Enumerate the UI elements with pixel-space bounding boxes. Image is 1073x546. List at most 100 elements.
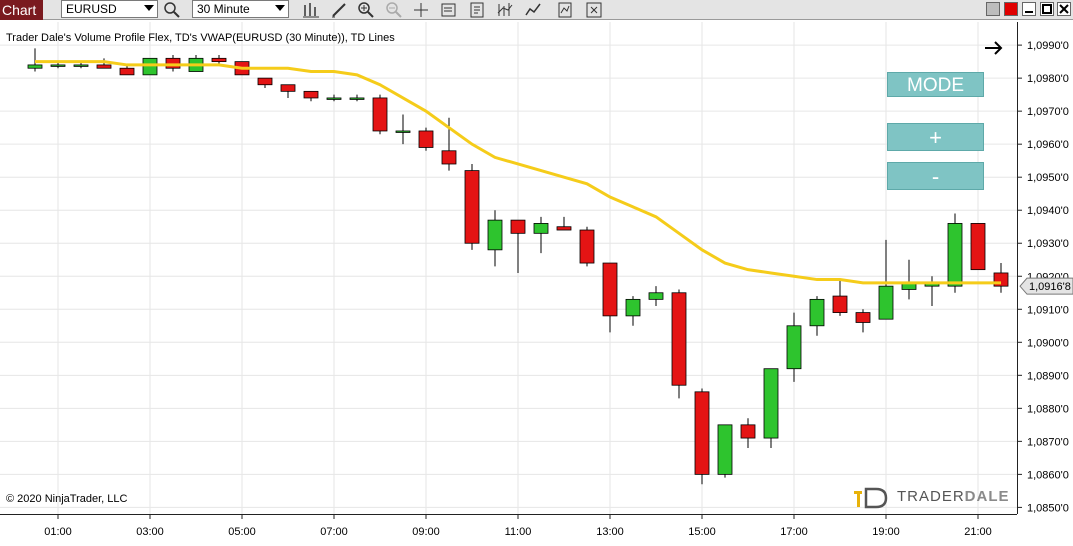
chart-toolbar: Chart EURUSD 30 Minute xyxy=(0,0,1073,20)
candle-up xyxy=(878,285,894,320)
zoom-out-icon[interactable] xyxy=(385,1,403,19)
bar-type-icon[interactable] xyxy=(302,1,320,19)
candle-down xyxy=(579,229,595,264)
square-icon xyxy=(1042,4,1052,14)
indicators-icon[interactable] xyxy=(524,1,542,19)
candle-down xyxy=(211,57,227,63)
candle-down xyxy=(303,90,319,99)
candle-down xyxy=(96,64,112,69)
logo-text: TRADERDALE xyxy=(897,488,1010,505)
share-icon[interactable] xyxy=(585,1,603,19)
x-tick-label: 15:00 xyxy=(688,526,716,538)
candle-down xyxy=(418,130,434,148)
candle-up xyxy=(487,219,503,251)
y-tick-label: 1,0950'0 xyxy=(1027,172,1069,184)
candle-down xyxy=(970,223,986,271)
properties-icon[interactable] xyxy=(468,1,486,19)
candle-down xyxy=(602,262,618,317)
x-tick-label: 09:00 xyxy=(412,526,440,538)
candle-down xyxy=(671,292,687,386)
candle-up xyxy=(625,298,641,317)
y-tick-label: 1,0980'0 xyxy=(1027,73,1069,85)
draw-pencil-icon[interactable] xyxy=(330,1,348,19)
close-icon xyxy=(1059,4,1069,14)
window-minimize-button[interactable] xyxy=(1004,2,1018,16)
candle-down xyxy=(372,97,388,132)
window-close-button[interactable] xyxy=(1057,2,1071,16)
candle-up xyxy=(947,223,963,287)
y-tick-label: 1,0870'0 xyxy=(1027,436,1069,448)
x-tick-label: 19:00 xyxy=(872,526,900,538)
y-tick-label: 1,0890'0 xyxy=(1027,370,1069,382)
x-tick-label: 11:00 xyxy=(505,526,532,538)
plus-button[interactable]: + xyxy=(887,123,984,151)
candle-up xyxy=(326,97,342,100)
time-axis-labels: 01:00 03:00 05:00 07:00 09:00 11:00 13:00 15:00… xyxy=(44,515,992,538)
x-tick-label: 13:00 xyxy=(596,526,624,538)
candle-up xyxy=(50,64,66,67)
chevron-down-icon xyxy=(275,5,285,11)
maximize-icon xyxy=(1025,11,1033,13)
window-restore-button[interactable] xyxy=(986,2,1000,16)
candle-down xyxy=(510,219,526,234)
minus-button[interactable]: - xyxy=(887,162,984,190)
y-tick-label: 1,0990'0 xyxy=(1027,40,1069,52)
candle-down xyxy=(855,312,871,323)
x-tick-label: 07:00 xyxy=(320,526,348,538)
candle-up xyxy=(533,223,549,234)
traderdale-logo: TRADERDALE xyxy=(852,485,1009,509)
y-tick-label: 1,0850'0 xyxy=(1027,502,1069,514)
timeframe-value: 30 Minute xyxy=(197,2,250,16)
candle-up xyxy=(809,298,825,327)
candle-up xyxy=(27,64,43,69)
y-tick-label: 1,0860'0 xyxy=(1027,469,1069,481)
template-icon[interactable] xyxy=(556,1,574,19)
candle-up xyxy=(142,57,158,76)
indicator-label: Trader Dale's Volume Profile Flex, TD's … xyxy=(6,32,395,44)
x-tick-label: 01:00 xyxy=(44,526,72,538)
arrow-right-icon[interactable] xyxy=(983,38,1005,58)
copyright-text: © 2020 NinjaTrader, LLC xyxy=(6,493,128,505)
window-maximize-button[interactable] xyxy=(1022,2,1036,16)
chart-tab[interactable]: Chart xyxy=(0,0,43,20)
candle-down xyxy=(556,226,572,231)
candle-down xyxy=(119,67,135,76)
price-chart[interactable] xyxy=(0,22,1017,514)
strategies-icon[interactable] xyxy=(496,1,514,19)
zoom-in-icon[interactable] xyxy=(357,1,375,19)
timeframe-select[interactable]: 30 Minute xyxy=(192,0,289,18)
y-tick-label: 1,0910'0 xyxy=(1027,304,1069,316)
candle-down xyxy=(441,150,457,165)
search-icon[interactable] xyxy=(163,1,181,19)
candle-up xyxy=(395,130,411,133)
x-tick-label: 05:00 xyxy=(228,526,256,538)
crosshair-icon[interactable] xyxy=(412,1,430,19)
data-box-icon[interactable] xyxy=(440,1,458,19)
candle-down xyxy=(280,84,296,92)
y-tick-label: 1,0930'0 xyxy=(1027,238,1069,250)
instrument-select[interactable]: EURUSD xyxy=(61,0,158,18)
candle-up xyxy=(763,368,779,439)
y-tick-label: 1,0940'0 xyxy=(1027,205,1069,217)
candle-up xyxy=(73,64,89,67)
candle-down xyxy=(740,424,756,439)
candle-down xyxy=(257,77,273,86)
y-tick-label: 1,0900'0 xyxy=(1027,337,1069,349)
td-logo-icon xyxy=(854,487,888,509)
candle-up xyxy=(786,325,802,370)
y-tick-label: 1,0970'0 xyxy=(1027,106,1069,118)
chart-plot-area[interactable] xyxy=(0,22,1017,514)
price-axis-labels: 1,0990'0 1,0980'0 1,0970'0 1,0960'0 1,0950'0… xyxy=(1018,40,1073,514)
x-tick-label: 17:00 xyxy=(780,526,808,538)
time-axis[interactable]: 01:00 03:00 05:00 07:00 09:00 11:00 13:00 15:00… xyxy=(0,514,1017,542)
x-tick-label: 21:00 xyxy=(964,526,992,538)
price-axis[interactable]: 1,0990'0 1,0980'0 1,0970'0 1,0960'0 1,0950'0… xyxy=(1017,22,1073,514)
current-price-label: 1,0916'8 xyxy=(1029,281,1071,293)
candle-up xyxy=(717,424,733,475)
candle-down xyxy=(694,391,710,475)
window-max-button[interactable] xyxy=(1040,2,1054,16)
candle-up xyxy=(648,292,664,300)
mode-button[interactable]: MODE xyxy=(887,72,984,97)
candle-up xyxy=(349,97,365,100)
instrument-value: EURUSD xyxy=(66,2,117,16)
